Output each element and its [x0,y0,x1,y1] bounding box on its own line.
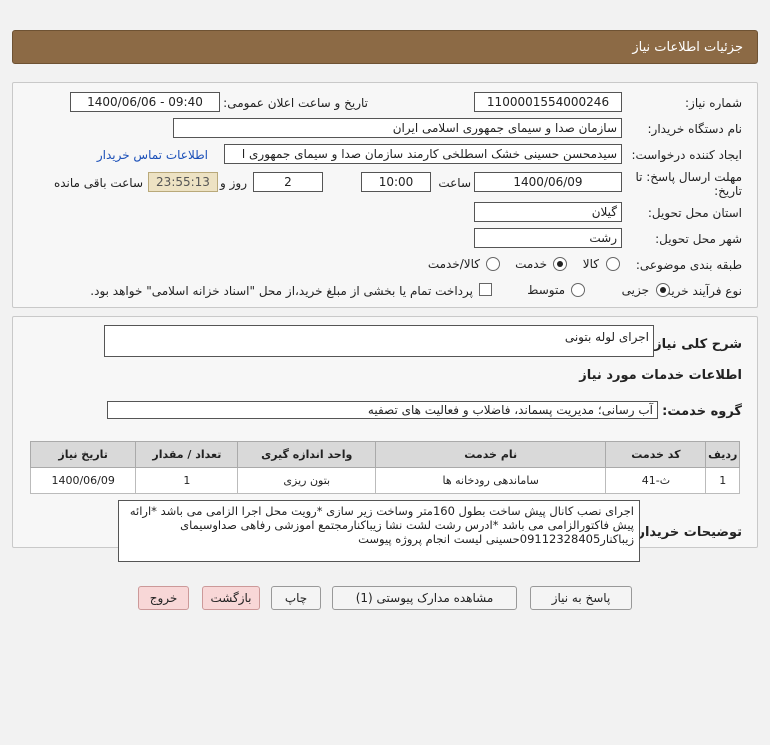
process-option-medium: متوسط [527,283,565,297]
days-label: روز و [220,176,247,190]
category-radio-goods[interactable] [606,257,620,271]
buyer-org-label: نام دستگاه خریدار: [647,122,743,136]
announce-label: تاریخ و ساعت اعلان عمومی: [223,96,368,110]
need-number-field: 1100001554000246 [474,92,622,112]
header-unit: واحد اندازه گیری [237,441,377,468]
buyer-notes-field: اجرای نصب کانال پیش ساخت بطول 160متر وسا… [118,500,640,562]
cell-service-name: ساماندهی رودخانه ها [375,467,607,494]
header-service-name: نام خدمت [375,441,607,468]
category-option-goods-service: کالا/خدمت [427,257,480,271]
creator-label: ایجاد کننده درخواست: [631,148,742,162]
header-quantity: تعداد / مقدار [135,441,239,468]
remaining-time-field: 23:55:13 [148,172,218,192]
header-row-number: ردیف [705,441,740,468]
table-row: 1 ث-41 ساماندهی رودخانه ها بتون ریزی 1 1… [29,467,740,494]
category-label: طبقه بندی موضوعی: [635,258,742,272]
cell-quantity: 1 [135,467,239,494]
cell-row-number: 1 [705,467,740,494]
creator-field: سیدمحسن حسینی خشک اسطلخی کارمند سازمان ص… [224,144,622,164]
category-radio-service[interactable] [553,257,567,271]
header-service-code: کد خدمت [605,441,707,468]
deadline-label-date: تاریخ: [714,184,742,198]
table-header-row: ردیف کد خدمت نام خدمت واحد اندازه گیری ت… [29,441,740,468]
buyer-notes-label: توضیحات خریدار: [632,525,742,540]
need-info-panel [12,82,758,308]
summary-field: اجرای لوله بتونی [104,325,654,357]
announce-field: 1400/06/06 - 09:40 [70,92,220,112]
process-radio-minor[interactable] [656,283,670,297]
back-button[interactable]: بازگشت [202,586,260,610]
province-field: گیلان [474,202,622,222]
category-option-goods: کالا [582,257,599,271]
service-group-label: گروه خدمت: [662,404,742,419]
category-option-service: خدمت [515,257,547,271]
cell-service-code: ث-41 [605,467,707,494]
header-need-date: تاریخ نیاز [29,441,137,468]
page-title: جزئیات اطلاعات نیاز [12,30,758,64]
attachments-button[interactable]: مشاهده مدارک پیوستی (1) [332,586,517,610]
cell-unit: بتون ریزی [237,467,377,494]
category-radio-goods-service[interactable] [486,257,500,271]
deadline-label: مهلت ارسال پاسخ: تا [635,170,742,184]
buyer-contact-link[interactable]: اطلاعات تماس خریدار [97,148,208,162]
exit-button[interactable]: خروج [138,586,189,610]
services-table: ردیف کد خدمت نام خدمت واحد اندازه گیری ت… [29,441,740,494]
city-label: شهر محل تحویل: [655,232,742,246]
print-button[interactable]: چاپ [271,586,321,610]
deadline-time-field: 10:00 [361,172,431,192]
province-label: استان محل تحویل: [647,206,742,220]
buyer-org-field: سازمان صدا و سیمای جمهوری اسلامی ایران [173,118,622,138]
process-option-minor: جزیی [621,283,649,297]
remaining-label: ساعت باقی مانده [53,176,143,190]
treasury-payment-checkbox[interactable] [479,283,492,296]
days-field: 2 [253,172,323,192]
need-number-label: شماره نیاز: [685,96,742,110]
reply-button[interactable]: پاسخ به نیاز [530,586,632,610]
process-radio-medium[interactable] [571,283,585,297]
service-group-field: آب رسانی؛ مدیریت پسماند، فاضلاب و فعالیت… [107,401,658,419]
city-field: رشت [474,228,622,248]
services-heading: اطلاعات خدمات مورد نیاز [579,368,742,383]
cell-need-date: 1400/06/09 [29,467,137,494]
deadline-date-field: 1400/06/09 [474,172,622,192]
summary-label: شرح کلی نیاز: [648,337,742,352]
deadline-time-label: ساعت [438,176,471,190]
treasury-payment-note: پرداخت تمام یا بخشی از مبلغ خرید،از محل … [90,284,473,298]
